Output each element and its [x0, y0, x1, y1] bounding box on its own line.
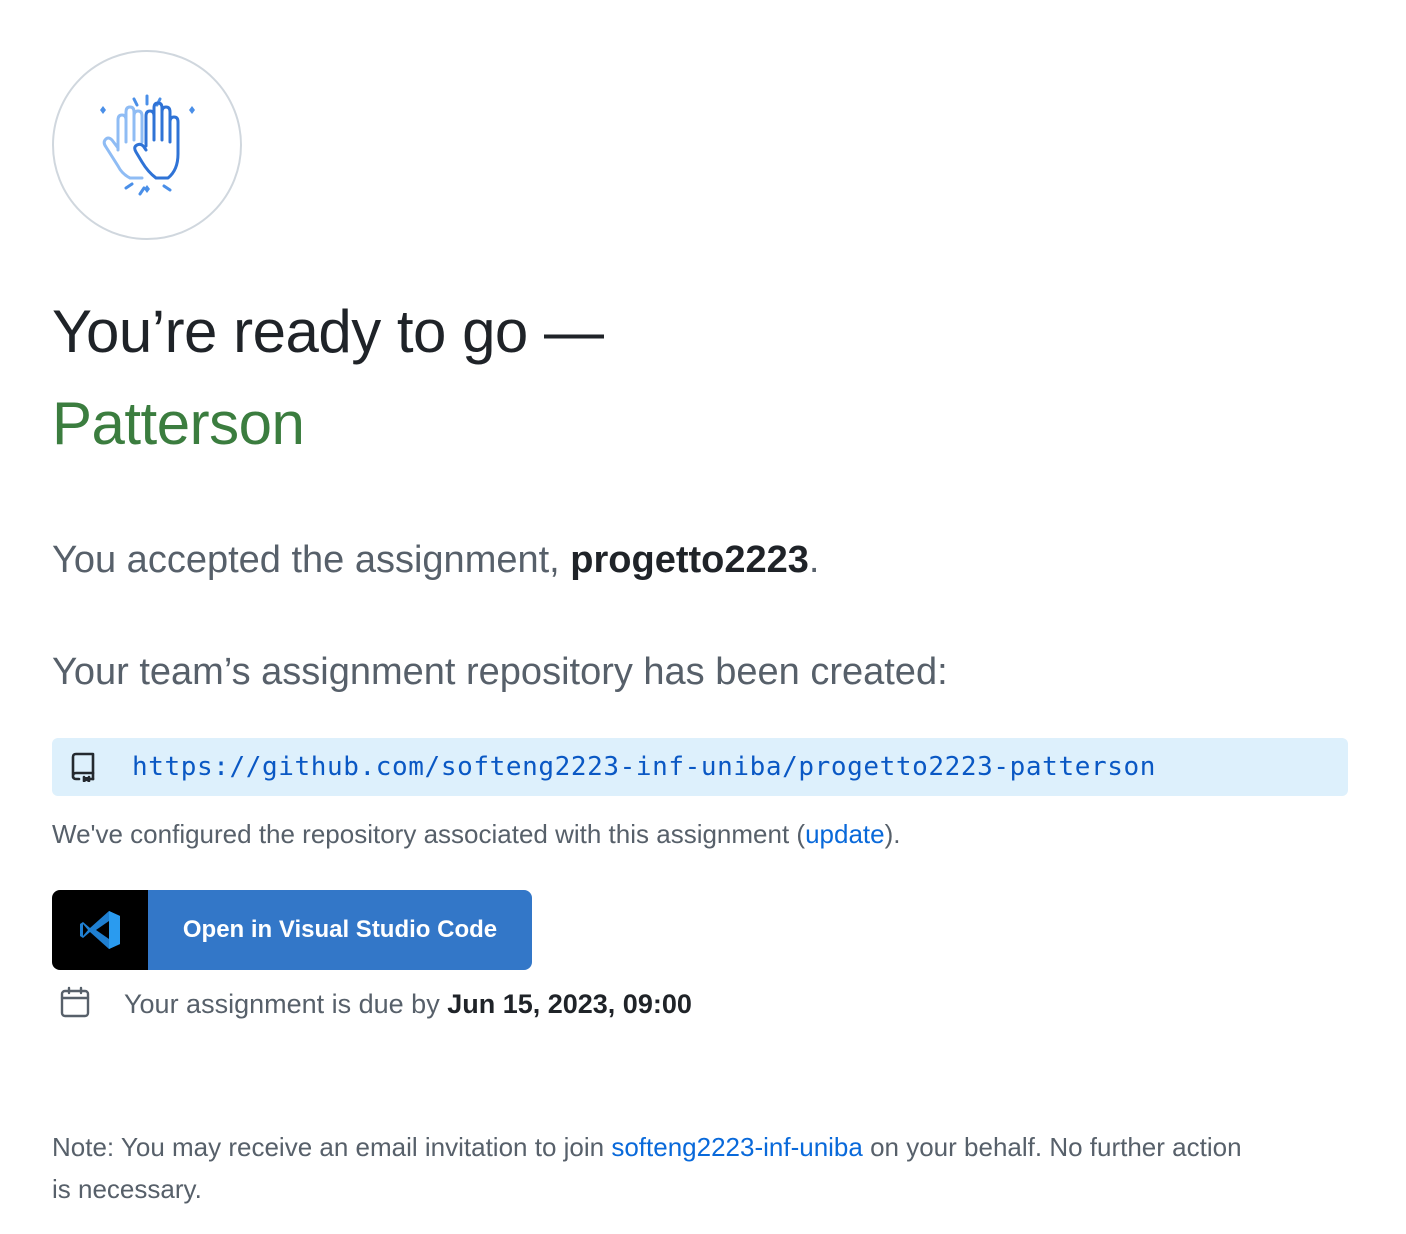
due-date-row: Your assignment is due by Jun 15, 2023, …	[60, 984, 692, 1024]
open-in-vscode-label: Open in Visual Studio Code	[148, 890, 532, 970]
open-in-vscode-button[interactable]: Open in Visual Studio Code	[52, 890, 532, 970]
update-link[interactable]: update	[805, 819, 885, 849]
note-message: Note: You may receive an email invitatio…	[52, 1126, 1252, 1210]
page-title: You’re ready to go — Patterson	[52, 286, 604, 470]
high-five-avatar	[52, 50, 242, 240]
calendar-icon	[60, 986, 90, 1023]
assignment-name: progetto2223	[570, 539, 809, 581]
due-date-value: Jun 15, 2023, 09:00	[447, 988, 692, 1019]
repo-created-message: Your team’s assignment repository has be…	[52, 651, 948, 693]
repo-icon	[70, 752, 96, 782]
note-prefix: Note: You may receive an email invitatio…	[52, 1132, 612, 1162]
org-link[interactable]: softeng2223-inf-uniba	[611, 1132, 863, 1162]
due-prefix: Your assignment is due by	[124, 988, 448, 1019]
accepted-suffix: .	[808, 539, 820, 581]
configured-message: We've configured the repository associat…	[52, 816, 901, 852]
accepted-message: You accepted the assignment, progetto222…	[52, 536, 819, 584]
user-name: Patterson	[52, 390, 305, 457]
vscode-logo-icon	[52, 890, 148, 970]
high-five-icon	[100, 94, 195, 196]
repo-url-box: https://github.com/softeng2223-inf-uniba…	[52, 738, 1348, 796]
due-date-text: Your assignment is due by Jun 15, 2023, …	[124, 989, 692, 1020]
title-line: You’re ready to go —	[52, 298, 604, 365]
repo-url-link[interactable]: https://github.com/softeng2223-inf-uniba…	[132, 752, 1156, 782]
configured-prefix: We've configured the repository associat…	[52, 819, 806, 849]
configured-suffix: ).	[884, 819, 901, 849]
accepted-prefix: You accepted the assignment,	[52, 539, 571, 581]
